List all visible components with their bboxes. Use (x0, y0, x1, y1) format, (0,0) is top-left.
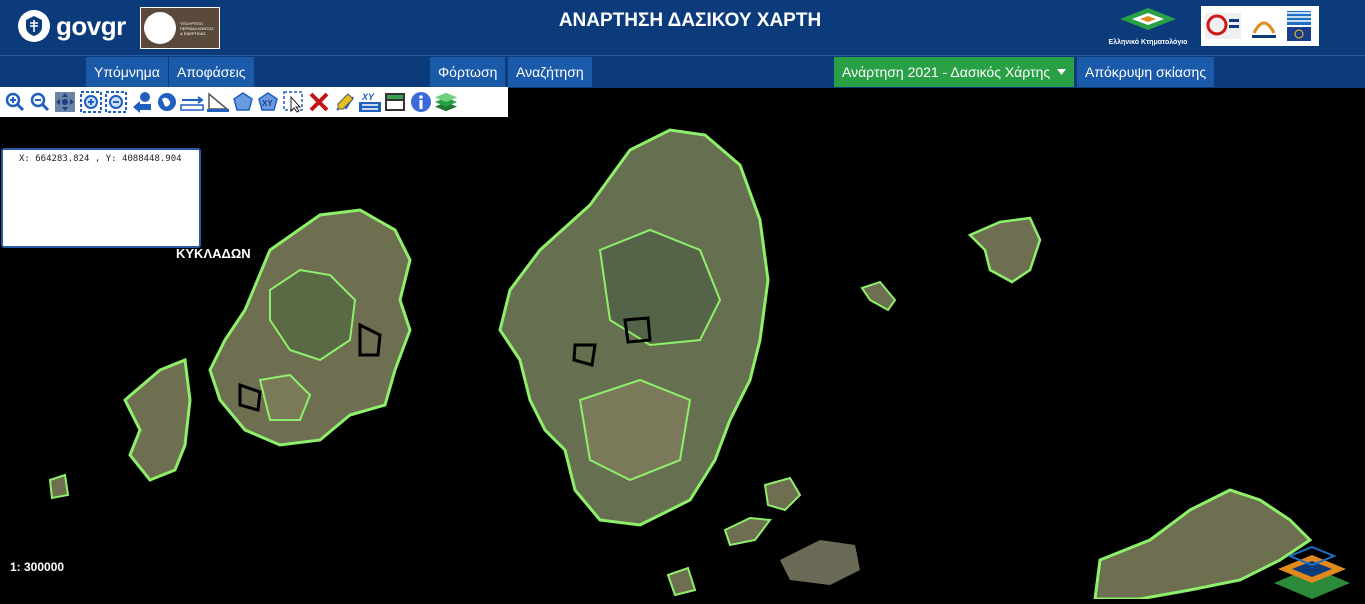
xy-goto-icon[interactable]: XY (358, 90, 382, 114)
map-toolbar: XY XY (0, 87, 508, 117)
posting-select-label: Ανάρτηση 2021 - Δασικός Χάρτης (842, 64, 1051, 80)
partner-logos (1201, 6, 1319, 46)
legend-button[interactable]: Υπόμνημα (86, 57, 168, 87)
search-button[interactable]: Αναζήτηση (508, 57, 592, 87)
zoom-out-icon[interactable] (28, 90, 52, 114)
header-bar: govgr ΥΠΟΥΡΓΕΙΟ ΠΕΡΙΒΑΛΛΟΝΤΟΣ & ΕΝΕΡΓΕΙΑΣ … (0, 0, 1365, 55)
clear-icon[interactable] (307, 90, 331, 114)
info-icon[interactable] (409, 90, 433, 114)
region-label: ΚΥΚΛΑΔΩΝ (176, 246, 251, 261)
page-title: ΑΝΑΡΤΗΣΗ ΔΑΣΙΚΟΥ ΧΑΡΤΗ (558, 10, 822, 31)
svg-text:XY: XY (262, 99, 273, 108)
select-icon[interactable] (282, 90, 306, 114)
map-scale: 1: 300000 (10, 560, 65, 574)
measure-distance-icon[interactable] (180, 90, 205, 114)
full-extent-icon[interactable] (155, 90, 179, 114)
measure-area-icon[interactable] (231, 90, 255, 114)
ktimatologio-caption: Ελληνικό Κτηματολόγιο (1108, 39, 1188, 46)
zoom-box-in-icon[interactable] (79, 90, 103, 114)
edit-icon[interactable] (333, 90, 357, 114)
coordinates-panel: X: 664283.824 , Y: 4088448.904 (1, 148, 201, 248)
zoom-box-out-icon[interactable] (104, 90, 128, 114)
govgr-logo[interactable]: govgr (18, 10, 126, 42)
map-canvas[interactable] (0, 117, 1365, 601)
zoom-in-icon[interactable] (3, 90, 27, 114)
layers-icon[interactable] (434, 90, 458, 114)
satellite-map (48, 128, 1313, 601)
basemap-layers-icon[interactable] (1272, 545, 1352, 604)
decisions-button[interactable]: Αποφάσεις (169, 57, 254, 87)
ktimatologio-logo: Ελληνικό Κτηματολόγιο (1098, 6, 1198, 48)
print-icon[interactable] (383, 90, 407, 114)
ministry-logo: ΥΠΟΥΡΓΕΙΟ ΠΕΡΙΒΑΛΛΟΝΤΟΣ & ΕΝΕΡΓΕΙΑΣ (140, 7, 220, 49)
greek-emblem-icon (18, 10, 50, 42)
nav-bar: Υπόμνημα Αποφάσεις Φόρτωση Αναζήτηση Ανά… (0, 55, 1365, 88)
pan-icon[interactable] (53, 90, 77, 114)
load-button[interactable]: Φόρτωση (430, 57, 506, 87)
hide-shading-button[interactable]: Απόκρυψη σκίασης (1077, 57, 1215, 87)
xy-label: XY (361, 92, 375, 102)
xy-polygon-icon[interactable]: XY (256, 90, 280, 114)
measure-angle-icon[interactable] (206, 90, 230, 114)
govgr-text: govgr (56, 10, 126, 41)
coordinates-readout: X: 664283.824 , Y: 4088448.904 (19, 154, 182, 164)
previous-extent-icon[interactable] (130, 90, 154, 114)
posting-select[interactable]: Ανάρτηση 2021 - Δασικός Χάρτης (834, 57, 1075, 87)
chevron-down-icon (1057, 69, 1067, 75)
